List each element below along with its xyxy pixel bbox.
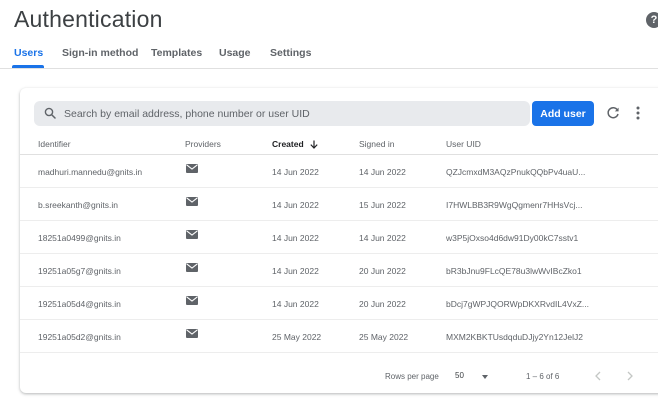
cell-identifier: madhuri.mannedu@gnits.in xyxy=(38,167,143,177)
column-header-identifier: Identifier xyxy=(38,139,71,149)
cell-identifier: 19251a05g7@gnits.in xyxy=(38,266,121,276)
cell-identifier: 19251a05d2@gnits.in xyxy=(38,332,121,342)
cell-signed-in: 20 Jun 2022 xyxy=(359,266,406,276)
cell-created: 25 May 2022 xyxy=(272,332,322,342)
rows-per-page-select[interactable]: 50 xyxy=(455,371,464,380)
tab-templates[interactable]: Templates xyxy=(151,47,202,59)
cell-user-uid: bR3bJnu9FLcQE78u3lwWvIBcZko1 xyxy=(446,266,582,276)
dropdown-arrow-icon[interactable] xyxy=(482,375,488,379)
cell-user-uid: MXM2KBKTUsdqduDJjy2Yn12JelJ2 xyxy=(446,332,584,342)
refresh-icon[interactable] xyxy=(605,105,621,121)
rows-per-page-label: Rows per page xyxy=(385,372,439,381)
mail-icon xyxy=(186,296,198,305)
users-card: Add user Identifier Providers Created Si… xyxy=(20,88,658,393)
cell-user-uid: I7HWLBB3R9WgQgmenr7HHsVcj... xyxy=(446,200,583,210)
cell-user-uid: bDcj7gWPJQORWpDKXRvdIL4VxZ... xyxy=(446,299,589,309)
tabs-divider xyxy=(0,68,658,69)
tab-settings[interactable]: Settings xyxy=(270,47,311,59)
mail-icon xyxy=(186,230,198,239)
column-header-providers: Providers xyxy=(185,139,221,149)
cell-created: 14 Jun 2022 xyxy=(272,266,319,276)
cell-signed-in: 15 Jun 2022 xyxy=(359,200,406,210)
cell-identifier: b.sreekanth@gnits.in xyxy=(38,200,118,210)
search-bar[interactable] xyxy=(34,101,530,126)
cell-identifier: 18251a0499@gnits.in xyxy=(38,233,121,243)
table-row[interactable]: 19251a05d2@gnits.in 25 May 2022 25 May 2… xyxy=(20,320,658,353)
table-row[interactable]: 18251a0499@gnits.in 14 Jun 2022 14 Jun 2… xyxy=(20,221,658,254)
pagination-footer: Rows per page 50 1 – 6 of 6 xyxy=(20,363,658,389)
column-header-signed-in: Signed in xyxy=(359,139,395,149)
cell-signed-in: 25 May 2022 xyxy=(359,332,409,342)
cell-signed-in: 20 Jun 2022 xyxy=(359,299,406,309)
tab-bar: Users Sign-in method Templates Usage Set… xyxy=(0,47,658,69)
cell-created: 14 Jun 2022 xyxy=(272,167,319,177)
sort-descending-icon[interactable] xyxy=(310,140,318,150)
cell-user-uid: w3P5jOxso4d6dw91Dy00kC7sstv1 xyxy=(446,233,579,243)
table-row[interactable]: b.sreekanth@gnits.in 14 Jun 2022 15 Jun … xyxy=(20,188,658,221)
cell-created: 14 Jun 2022 xyxy=(272,233,319,243)
tab-usage[interactable]: Usage xyxy=(219,47,251,59)
search-icon xyxy=(44,107,56,119)
mail-icon xyxy=(186,263,198,272)
table-row[interactable]: madhuri.mannedu@gnits.in 14 Jun 2022 14 … xyxy=(20,155,658,188)
search-input[interactable] xyxy=(64,101,524,126)
cell-user-uid: QZJcmxdM3AQzPnukQQbPv4uaU... xyxy=(446,167,586,177)
help-icon[interactable]: ? xyxy=(646,12,658,28)
tab-sign-in-method[interactable]: Sign-in method xyxy=(62,47,138,59)
column-header-user-uid: User UID xyxy=(446,139,481,149)
cell-created: 14 Jun 2022 xyxy=(272,299,319,309)
column-header-created[interactable]: Created xyxy=(272,139,318,150)
table-row[interactable]: 19251a05d4@gnits.in 14 Jun 2022 20 Jun 2… xyxy=(20,287,658,320)
pagination-range: 1 – 6 of 6 xyxy=(526,372,560,381)
tab-users[interactable]: Users xyxy=(14,47,43,59)
column-header-created-label: Created xyxy=(272,139,304,149)
chevron-left-icon[interactable] xyxy=(594,371,602,381)
page-title: Authentication xyxy=(14,6,163,32)
add-user-button[interactable]: Add user xyxy=(532,101,594,126)
more-vertical-icon[interactable] xyxy=(633,105,643,121)
cell-created: 14 Jun 2022 xyxy=(272,200,319,210)
chevron-right-icon[interactable] xyxy=(626,371,634,381)
table-row[interactable]: 19251a05g7@gnits.in 14 Jun 2022 20 Jun 2… xyxy=(20,254,658,287)
cell-signed-in: 14 Jun 2022 xyxy=(359,233,406,243)
table-header: Identifier Providers Created Signed in U… xyxy=(20,133,658,155)
mail-icon xyxy=(186,197,198,206)
cell-identifier: 19251a05d4@gnits.in xyxy=(38,299,121,309)
mail-icon xyxy=(186,329,198,338)
mail-icon xyxy=(186,164,198,173)
cell-signed-in: 14 Jun 2022 xyxy=(359,167,406,177)
